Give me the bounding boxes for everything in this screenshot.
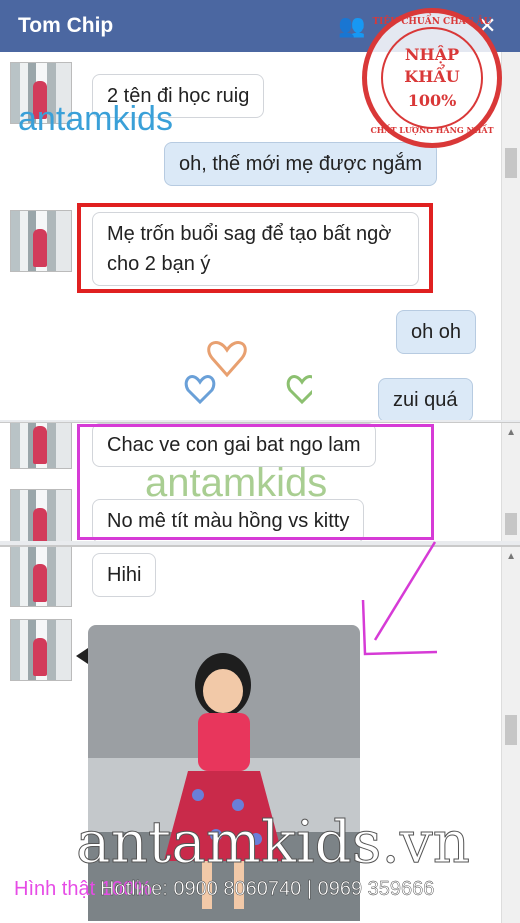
scrollbar-thumb[interactable]	[505, 715, 517, 745]
girl-illustration	[164, 653, 284, 909]
message-out: oh oh	[396, 310, 477, 354]
avatar	[10, 619, 72, 681]
chat-panel-top: Tom Chip 👥 ✕ 2 tên đi học ruig oh, thế m…	[0, 0, 520, 420]
message-out: zui quá	[378, 378, 473, 420]
stamp-line: KHẨU	[404, 67, 460, 86]
message-in: Hihi	[92, 553, 157, 597]
hotline-text: Hotline: 0900 8060740 | 0969 359666	[100, 878, 435, 900]
avatar	[10, 210, 72, 272]
avatar	[10, 489, 72, 541]
highlight-box-red	[77, 203, 433, 293]
site-watermark: antamkids.vn	[76, 808, 471, 877]
balloon-heart-icon	[182, 320, 318, 420]
scrollbar[interactable]: ▲	[501, 423, 520, 541]
child-photo[interactable]	[88, 625, 360, 921]
scroll-up-arrow-icon[interactable]: ▲	[506, 551, 516, 562]
photo-pointer	[76, 648, 88, 664]
chat-title[interactable]: Tom Chip	[18, 14, 113, 38]
stamp-ring-top: TIÊU CHUẨN CHÂU ÂU	[372, 17, 492, 27]
scrollbar-thumb[interactable]	[505, 513, 517, 535]
stamp-line: NHẬP	[404, 45, 460, 64]
avatar	[10, 423, 72, 469]
scroll-up-arrow-icon[interactable]: ▲	[506, 427, 516, 438]
avatar	[10, 547, 72, 607]
message-out: oh, thế mới mẹ được ngắm	[164, 142, 438, 186]
add-friend-icon[interactable]: 👥	[338, 13, 365, 39]
highlight-box-pink	[77, 424, 434, 540]
import-stamp-logo: TIÊU CHUẨN CHÂU ÂU NHẬP KHẨU 100% CHẤT L…	[362, 8, 502, 148]
scrollbar-thumb[interactable]	[505, 148, 517, 178]
scrollbar[interactable]: ▲	[501, 547, 520, 923]
brand-logo: antamkids	[18, 100, 173, 138]
annotation-arrow	[361, 541, 438, 656]
scrollbar[interactable]	[501, 52, 520, 420]
stamp-ring-bottom: CHẤT LƯỢNG HÀNG NHẤT	[370, 125, 494, 135]
stamp-line: 100%	[407, 91, 457, 110]
